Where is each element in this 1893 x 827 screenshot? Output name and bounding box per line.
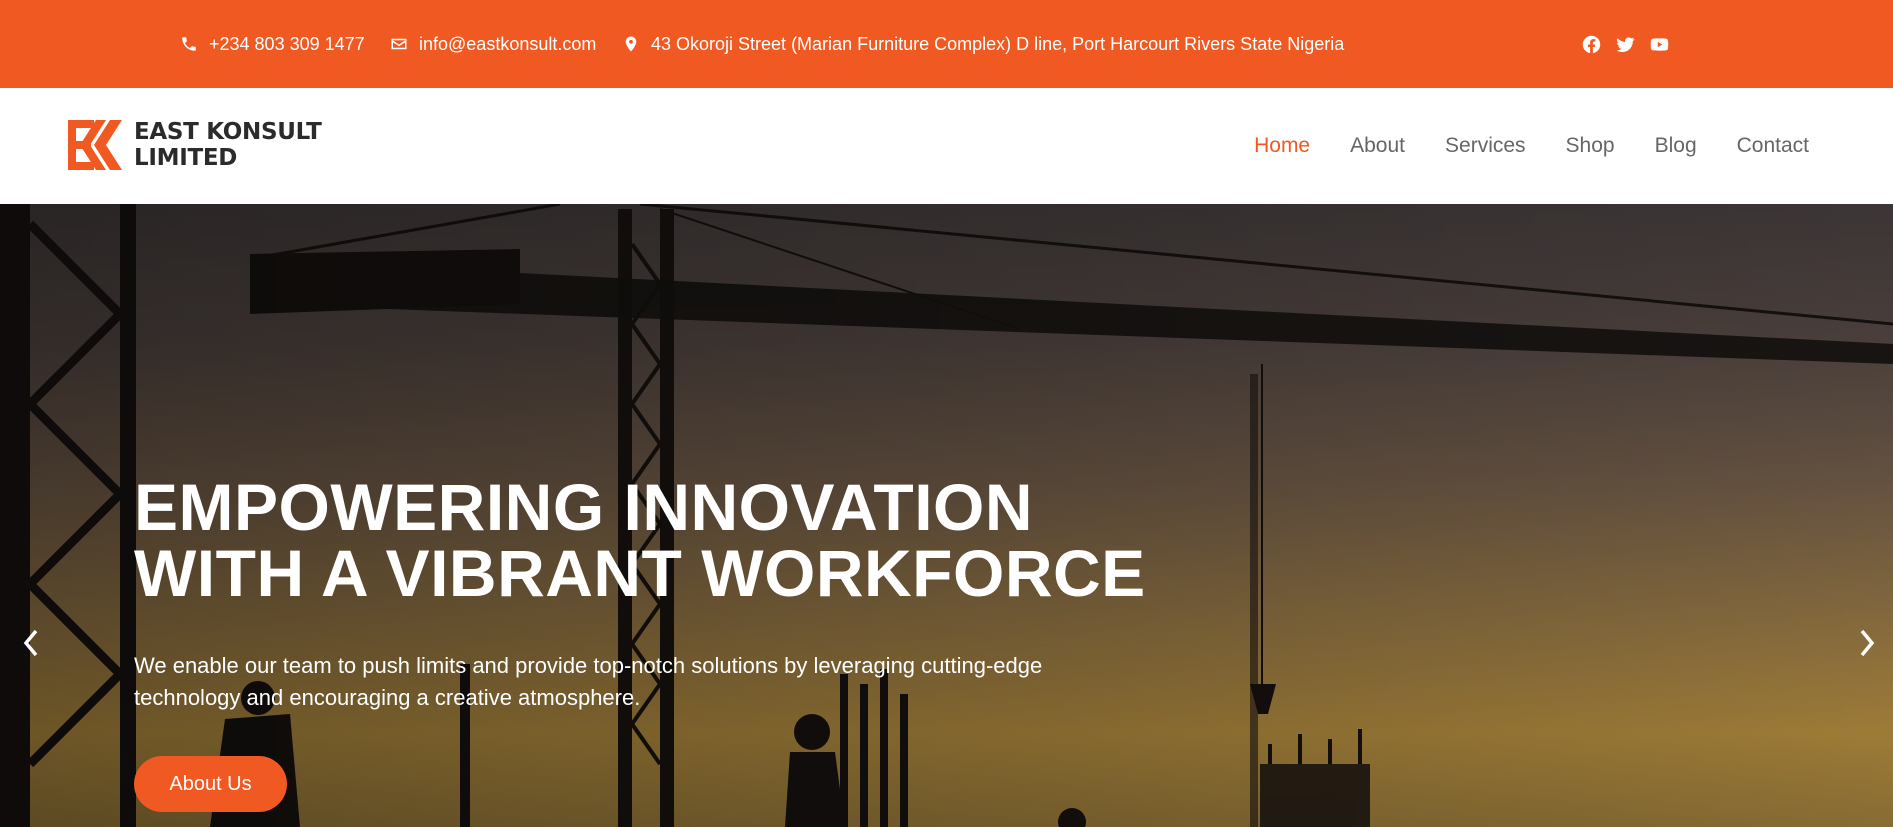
hero-description: We enable our team to push limits and pr… — [134, 653, 1043, 710]
address-contact: 43 Okoroji Street (Marian Furniture Comp… — [622, 0, 1344, 88]
slider-next-button[interactable] — [1852, 621, 1882, 665]
main-nav: Home About Services Shop Blog Contact — [1254, 88, 1809, 204]
logo-wordmark: EAST KONSULT LIMITED — [134, 119, 322, 171]
hero-title-line-1: EMPOWERING INNOVATION — [134, 470, 1034, 544]
ek-logo-mark-icon — [68, 120, 122, 170]
site-header: EAST KONSULT LIMITED Home About Services… — [0, 88, 1893, 204]
hero-slider: EMPOWERING INNOVATION WITH A VIBRANT WOR… — [0, 204, 1893, 827]
envelope-icon — [391, 38, 407, 50]
phone-contact[interactable]: +234 803 309 1477 — [180, 0, 365, 88]
nav-shop[interactable]: Shop — [1566, 134, 1615, 158]
chevron-left-icon — [23, 629, 38, 657]
phone-icon — [182, 37, 196, 51]
street-address: 43 Okoroji Street (Marian Furniture Comp… — [651, 33, 1345, 54]
social-links — [1580, 0, 1670, 88]
site-logo[interactable]: EAST KONSULT LIMITED — [66, 118, 322, 172]
phone-number: +234 803 309 1477 — [209, 33, 365, 54]
nav-services[interactable]: Services — [1445, 134, 1526, 158]
hero-title: EMPOWERING INNOVATION WITH A VIBRANT WOR… — [134, 474, 1284, 606]
hero-title-line-2: WITH A VIBRANT WORKFORCE — [134, 536, 1146, 610]
email-address: info@eastkonsult.com — [419, 33, 597, 54]
logo-line-1: EAST KONSULT — [134, 119, 322, 145]
youtube-icon[interactable] — [1648, 33, 1670, 55]
about-us-button[interactable]: About Us — [134, 756, 287, 812]
nav-contact[interactable]: Contact — [1737, 134, 1809, 158]
twitter-icon[interactable] — [1614, 33, 1636, 55]
nav-home[interactable]: Home — [1254, 134, 1310, 158]
facebook-icon[interactable] — [1580, 33, 1602, 55]
nav-blog[interactable]: Blog — [1655, 134, 1697, 158]
nav-about[interactable]: About — [1350, 134, 1405, 158]
logo-line-2: LIMITED — [134, 145, 238, 171]
chevron-right-icon — [1860, 629, 1875, 657]
slider-prev-button[interactable] — [16, 621, 46, 665]
email-contact[interactable]: info@eastkonsult.com — [390, 0, 596, 88]
top-bar: +234 803 309 1477 info@eastkonsult.com 4… — [0, 0, 1893, 88]
map-pin-icon — [625, 36, 637, 52]
